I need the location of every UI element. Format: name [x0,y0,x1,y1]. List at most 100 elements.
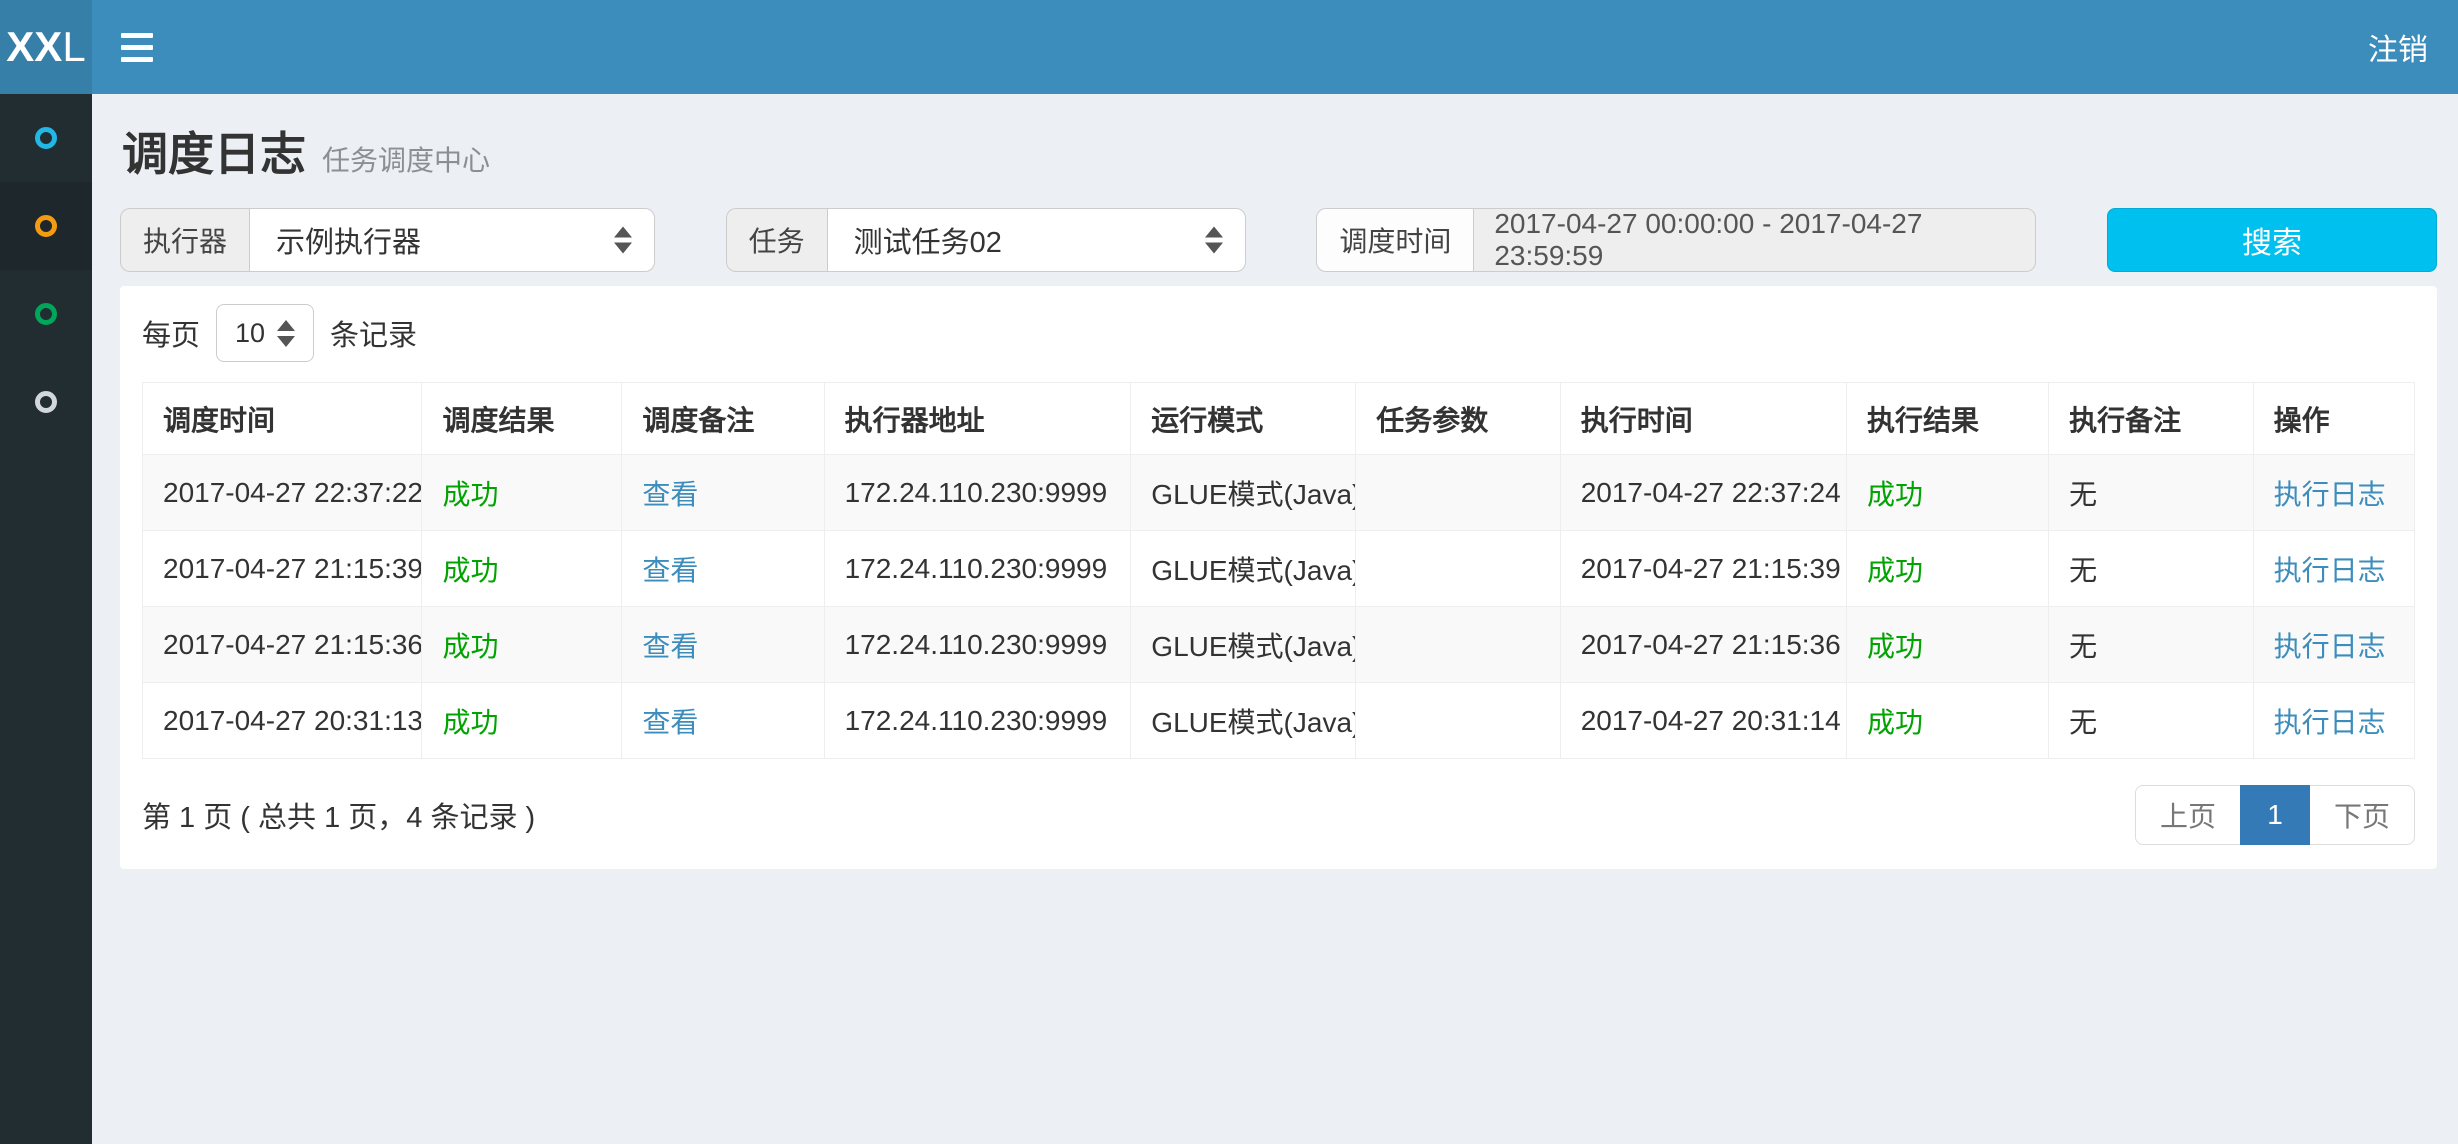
log-table-box: 每页 10 条记录 调度时间调度结果调度备注执行器地址运行模式任务参数执行时间执… [120,286,2437,869]
table-cell: 2017-04-27 20:31:14 [1560,683,1846,759]
view-remark-link[interactable]: 查看 [642,707,698,738]
table-cell [1356,531,1560,607]
select-arrows-icon [614,227,632,254]
table-row: 2017-04-27 21:15:39成功查看172.24.110.230:99… [143,531,2415,607]
pagination-controls: 上页 1 下页 [2135,785,2415,845]
exec-log-link[interactable]: 执行日志 [2274,479,2386,510]
table-cell: GLUE模式(Java) [1131,607,1356,683]
job-select-value: 测试任务02 [854,219,1002,261]
table-row: 2017-04-27 20:31:13成功查看172.24.110.230:99… [143,683,2415,759]
status-success-text: 成功 [1867,479,1923,510]
sidebar-item-job-log[interactable] [0,182,92,270]
column-header: 运行模式 [1131,383,1356,455]
circle-icon [35,215,57,237]
status-success-text: 成功 [442,631,498,662]
executor-select[interactable]: 示例执行器 [249,208,655,272]
sidebar-menu [0,94,92,1144]
current-page-button[interactable]: 1 [2240,785,2310,845]
view-remark-link[interactable]: 查看 [642,631,698,662]
executor-filter-label: 执行器 [120,208,249,272]
view-remark-link[interactable]: 查看 [642,479,698,510]
exec-log-link[interactable]: 执行日志 [2274,707,2386,738]
table-cell: 执行日志 [2253,531,2414,607]
column-header: 执行时间 [1560,383,1846,455]
table-cell: 查看 [622,531,824,607]
column-header: 执行器地址 [824,383,1131,455]
job-filter-label: 任务 [726,208,827,272]
table-cell: 2017-04-27 21:15:39 [1560,531,1846,607]
sidebar-toggle-button[interactable] [92,0,182,94]
table-cell [1356,455,1560,531]
table-cell: 查看 [622,607,824,683]
table-cell: 172.24.110.230:9999 [824,607,1131,683]
logo-text-bold: XX [6,23,62,71]
column-header: 执行备注 [2049,383,2253,455]
prev-page-button[interactable]: 上页 [2135,785,2240,845]
table-cell: 2017-04-27 21:15:36 [1560,607,1846,683]
sidebar-item-executor-manage[interactable] [0,358,92,446]
sidebar-item-dashboard[interactable] [0,94,92,182]
hamburger-icon [121,45,153,50]
circle-icon [35,391,57,413]
page-size-suffix: 条记录 [330,312,417,354]
job-filter-group: 任务 测试任务02 [726,208,1246,272]
view-remark-link[interactable]: 查看 [642,555,698,586]
logo-text-light: L [62,23,85,71]
next-page-button[interactable]: 下页 [2310,785,2415,845]
table-cell [1356,683,1560,759]
table-cell: 2017-04-27 20:31:13 [143,683,422,759]
table-cell: 无 [2049,683,2253,759]
table-row: 2017-04-27 21:15:36 成功 查看 172.24.110.230:99… [143,607,2415,683]
table-cell: 成功 [422,683,622,759]
top-navbar: XXL 注销 [0,0,2458,94]
time-range-input[interactable]: 2017-04-27 00:00:00 - 2017-04-27 23:59:5… [1473,208,2036,272]
content-area: 调度日志任务调度中心 执行器 示例执行器 任务 测试任务02 调度时间 2017… [92,94,2458,1144]
table-cell: 172.24.110.230:9999 [824,683,1131,759]
page-size-value: 10 [235,318,265,349]
column-header: 任务参数 [1356,383,1560,455]
status-success-text: 成功 [442,479,498,510]
page-title: 调度日志 [122,128,306,180]
search-button[interactable]: 搜索 [2107,208,2437,272]
app-logo[interactable]: XXL [0,0,92,94]
select-arrows-icon [277,320,295,347]
status-success-text: 成功 [1867,555,1923,586]
filter-row: 执行器 示例执行器 任务 测试任务02 调度时间 2017-04-27 00:0… [92,196,2458,272]
job-select[interactable]: 测试任务02 [827,208,1246,272]
executor-select-value: 示例执行器 [276,219,421,261]
hamburger-icon [121,33,153,38]
column-header: 调度时间 [143,383,422,455]
table-cell: 执行日志 [2253,455,2414,531]
table-cell: 成功 [1846,683,2048,759]
table-row: 2017-04-27 22:37:22成功查看172.24.110.230:99… [143,455,2415,531]
column-header: 操作 [2253,383,2414,455]
table-cell [1356,607,1560,683]
time-filter-group: 调度时间 2017-04-27 00:00:00 - 2017-04-27 23… [1316,208,2036,272]
table-cell: 成功 [1846,455,2048,531]
logout-button[interactable]: 注销 [2338,0,2458,94]
page-header: 调度日志任务调度中心 [92,94,2458,196]
table-header-row: 调度时间调度结果调度备注执行器地址运行模式任务参数执行时间执行结果执行备注操作 [143,383,2415,455]
table-cell: 执行日志 [2253,683,2414,759]
hamburger-icon [121,57,153,62]
table-cell: 2017-04-27 21:15:36 [143,607,422,683]
circle-icon [35,303,57,325]
table-cell: 成功 [1846,531,2048,607]
table-cell: GLUE模式(Java) [1131,455,1356,531]
table-cell: 无 [2049,607,2253,683]
table-cell: 成功 [422,531,622,607]
status-success-text: 成功 [1867,707,1923,738]
time-filter-label: 调度时间 [1316,208,1473,272]
table-cell: 172.24.110.230:9999 [824,531,1131,607]
table-cell: 无 [2049,455,2253,531]
sidebar-item-job-manage[interactable] [0,270,92,358]
table-cell: 查看 [622,455,824,531]
exec-log-link[interactable]: 执行日志 [2274,631,2386,662]
page-size-select[interactable]: 10 [216,304,314,362]
column-header: 调度备注 [622,383,824,455]
page-size-prefix: 每页 [142,312,200,354]
column-header: 执行结果 [1846,383,2048,455]
exec-log-link[interactable]: 执行日志 [2274,555,2386,586]
circle-icon [35,127,57,149]
table-cell: 2017-04-27 22:37:24 [1560,455,1846,531]
